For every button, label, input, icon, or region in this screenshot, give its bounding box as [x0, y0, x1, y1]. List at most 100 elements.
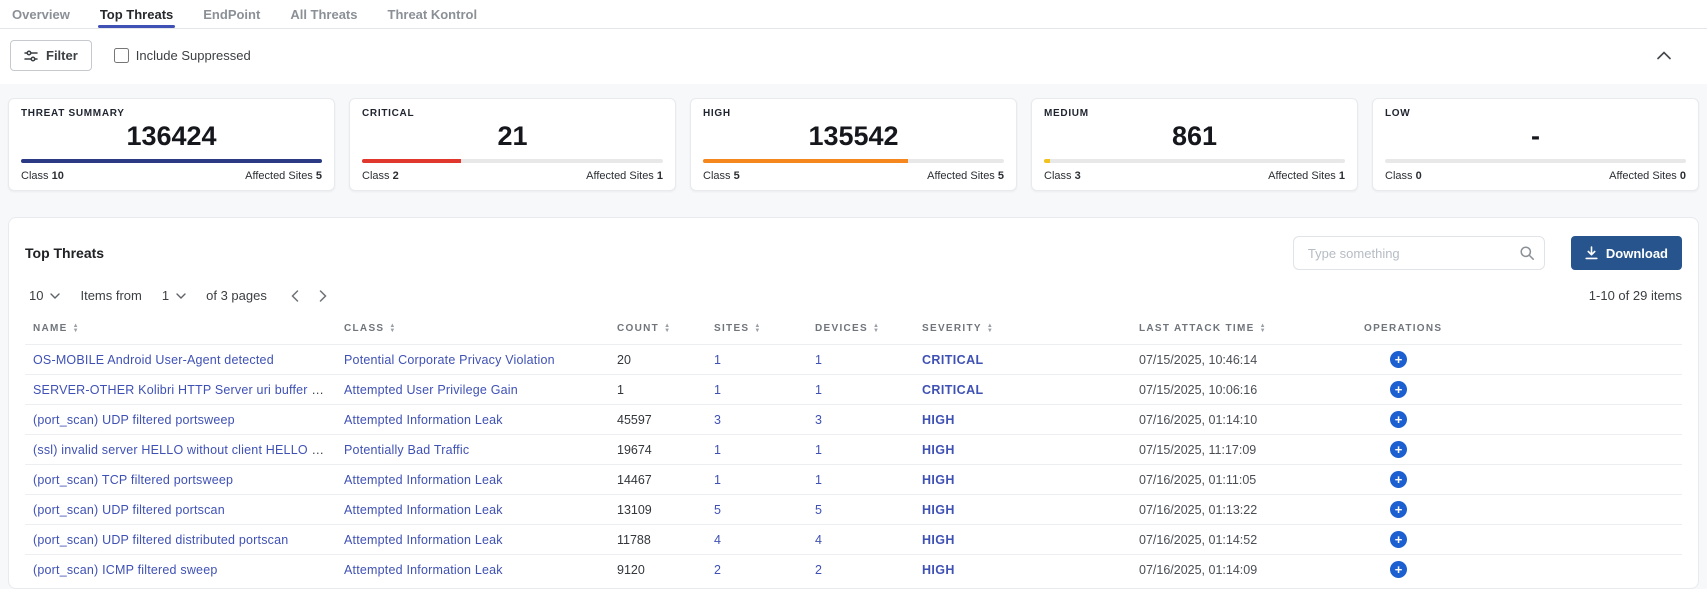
page-select[interactable]: 1	[158, 286, 190, 305]
sites-link[interactable]: 1	[714, 353, 721, 367]
tab-label: Threat Kontrol	[388, 7, 478, 22]
threat-name-link[interactable]: (port_scan) UDP filtered distributed por…	[33, 533, 288, 547]
column-header[interactable]: NAME ▲▼	[25, 313, 336, 345]
devices-link[interactable]: 4	[815, 533, 822, 547]
table-header-row: NAME ▲▼ CLASS ▲▼ COUNT ▲▼ SITES ▲▼ DEVIC…	[25, 313, 1682, 345]
tab[interactable]: Top Threats	[98, 5, 175, 28]
threat-name-link[interactable]: (port_scan) ICMP filtered sweep	[33, 563, 218, 577]
card-affected-sites: Affected Sites 1	[1268, 170, 1345, 182]
add-operation-button[interactable]: +	[1390, 381, 1407, 398]
devices-link[interactable]: 1	[815, 353, 822, 367]
card-title: THREAT SUMMARY	[21, 108, 322, 119]
sites-link[interactable]: 4	[714, 533, 721, 547]
count-cell: 1	[609, 375, 706, 405]
filter-button[interactable]: Filter	[10, 40, 92, 71]
tab-label: Overview	[12, 7, 70, 22]
add-operation-button[interactable]: +	[1390, 501, 1407, 518]
page-value: 1	[162, 288, 169, 303]
card-affected-sites: Affected Sites 0	[1609, 170, 1686, 182]
add-operation-button[interactable]: +	[1390, 351, 1407, 368]
page-size-select[interactable]: 10	[25, 286, 64, 305]
card-progress-fill	[21, 159, 322, 163]
search-icon[interactable]	[1519, 245, 1535, 261]
table-row: SERVER-OTHER Kolibri HTTP Server uri buf…	[25, 375, 1682, 405]
column-header[interactable]: LAST ATTACK TIME ▲▼	[1131, 313, 1356, 345]
add-operation-button[interactable]: +	[1390, 561, 1407, 578]
sort-icon[interactable]: ▲▼	[73, 324, 80, 334]
column-header-label: DEVICES	[815, 323, 868, 334]
tab[interactable]: Overview	[10, 5, 72, 28]
devices-link[interactable]: 1	[815, 383, 822, 397]
threat-class-link[interactable]: Potentially Bad Traffic	[344, 443, 469, 457]
sites-link[interactable]: 1	[714, 443, 721, 457]
count-cell: 9120	[609, 555, 706, 585]
sites-link[interactable]: 5	[714, 503, 721, 517]
sites-link[interactable]: 2	[714, 563, 721, 577]
sites-link[interactable]: 1	[714, 473, 721, 487]
column-header[interactable]: SEVERITY ▲▼	[914, 313, 1131, 345]
items-from-label: Items from	[80, 288, 141, 303]
add-operation-button[interactable]: +	[1390, 531, 1407, 548]
devices-link[interactable]: 1	[815, 473, 822, 487]
threat-name-link[interactable]: OS-MOBILE Android User-Agent detected	[33, 353, 274, 367]
include-suppressed-row[interactable]: Include Suppressed	[114, 48, 251, 63]
column-header[interactable]: DEVICES ▲▼	[807, 313, 914, 345]
download-button[interactable]: Download	[1571, 236, 1682, 270]
column-header[interactable]: SITES ▲▼	[706, 313, 807, 345]
search-input[interactable]	[1293, 236, 1545, 270]
severity-label: HIGH	[922, 443, 955, 457]
devices-link[interactable]: 1	[815, 443, 822, 457]
last-attack-time: 07/16/2025, 01:11:05	[1131, 465, 1356, 495]
tab[interactable]: All Threats	[288, 5, 359, 28]
column-header[interactable]: CLASS ▲▼	[336, 313, 609, 345]
threat-class-link[interactable]: Attempted Information Leak	[344, 503, 503, 517]
sites-link[interactable]: 1	[714, 383, 721, 397]
tab[interactable]: EndPoint	[201, 5, 262, 28]
card-value: -	[1385, 120, 1686, 152]
threat-class-link[interactable]: Attempted Information Leak	[344, 563, 503, 577]
severity-label: HIGH	[922, 563, 955, 577]
search-box	[1293, 236, 1545, 270]
threat-name-link[interactable]: SERVER-OTHER Kolibri HTTP Server uri buf…	[33, 383, 336, 397]
last-attack-time: 07/16/2025, 01:14:52	[1131, 525, 1356, 555]
count-cell: 19674	[609, 435, 706, 465]
add-operation-button[interactable]: +	[1390, 411, 1407, 428]
column-header-label: LAST ATTACK TIME	[1139, 323, 1255, 334]
items-range: 1-10 of 29 items	[1589, 288, 1682, 303]
threat-name-link[interactable]: (port_scan) UDP filtered portsweep	[33, 413, 235, 427]
count-cell: 20	[609, 345, 706, 375]
collapse-chevron-up-icon[interactable]	[1657, 51, 1671, 60]
threat-class-link[interactable]: Attempted Information Leak	[344, 413, 503, 427]
sort-icon[interactable]: ▲▼	[873, 324, 880, 334]
sort-icon[interactable]: ▲▼	[754, 324, 761, 334]
summary-card: THREAT SUMMARY 136424 Class 10 Affected …	[8, 98, 335, 191]
threat-class-link[interactable]: Attempted Information Leak	[344, 473, 503, 487]
threat-class-link[interactable]: Attempted Information Leak	[344, 533, 503, 547]
card-title: LOW	[1385, 108, 1686, 119]
column-header[interactable]: OPERATIONS ▲▼	[1356, 313, 1682, 345]
sites-link[interactable]: 3	[714, 413, 721, 427]
card-progress-fill	[362, 159, 461, 163]
summary-card: LOW - Class 0 Affected Sites 0	[1372, 98, 1699, 191]
prev-page-icon[interactable]	[291, 290, 299, 302]
include-suppressed-checkbox[interactable]	[114, 48, 129, 63]
devices-link[interactable]: 3	[815, 413, 822, 427]
threat-class-link[interactable]: Attempted User Privilege Gain	[344, 383, 518, 397]
add-operation-button[interactable]: +	[1390, 471, 1407, 488]
table-row: (port_scan) UDP filtered portscan Attemp…	[25, 495, 1682, 525]
column-header[interactable]: COUNT ▲▼	[609, 313, 706, 345]
threat-class-link[interactable]: Potential Corporate Privacy Violation	[344, 353, 555, 367]
add-operation-button[interactable]: +	[1390, 441, 1407, 458]
devices-link[interactable]: 2	[815, 563, 822, 577]
devices-link[interactable]: 5	[815, 503, 822, 517]
next-page-icon[interactable]	[319, 290, 327, 302]
sort-icon[interactable]: ▲▼	[1260, 324, 1267, 334]
card-progress-fill	[1044, 159, 1050, 163]
threat-name-link[interactable]: (port_scan) TCP filtered portsweep	[33, 473, 233, 487]
sort-icon[interactable]: ▲▼	[389, 324, 396, 334]
sort-icon[interactable]: ▲▼	[987, 324, 994, 334]
threat-name-link[interactable]: (ssl) invalid server HELLO without clien…	[33, 443, 336, 457]
sort-icon[interactable]: ▲▼	[664, 324, 671, 334]
threat-name-link[interactable]: (port_scan) UDP filtered portscan	[33, 503, 225, 517]
tab[interactable]: Threat Kontrol	[386, 5, 480, 28]
